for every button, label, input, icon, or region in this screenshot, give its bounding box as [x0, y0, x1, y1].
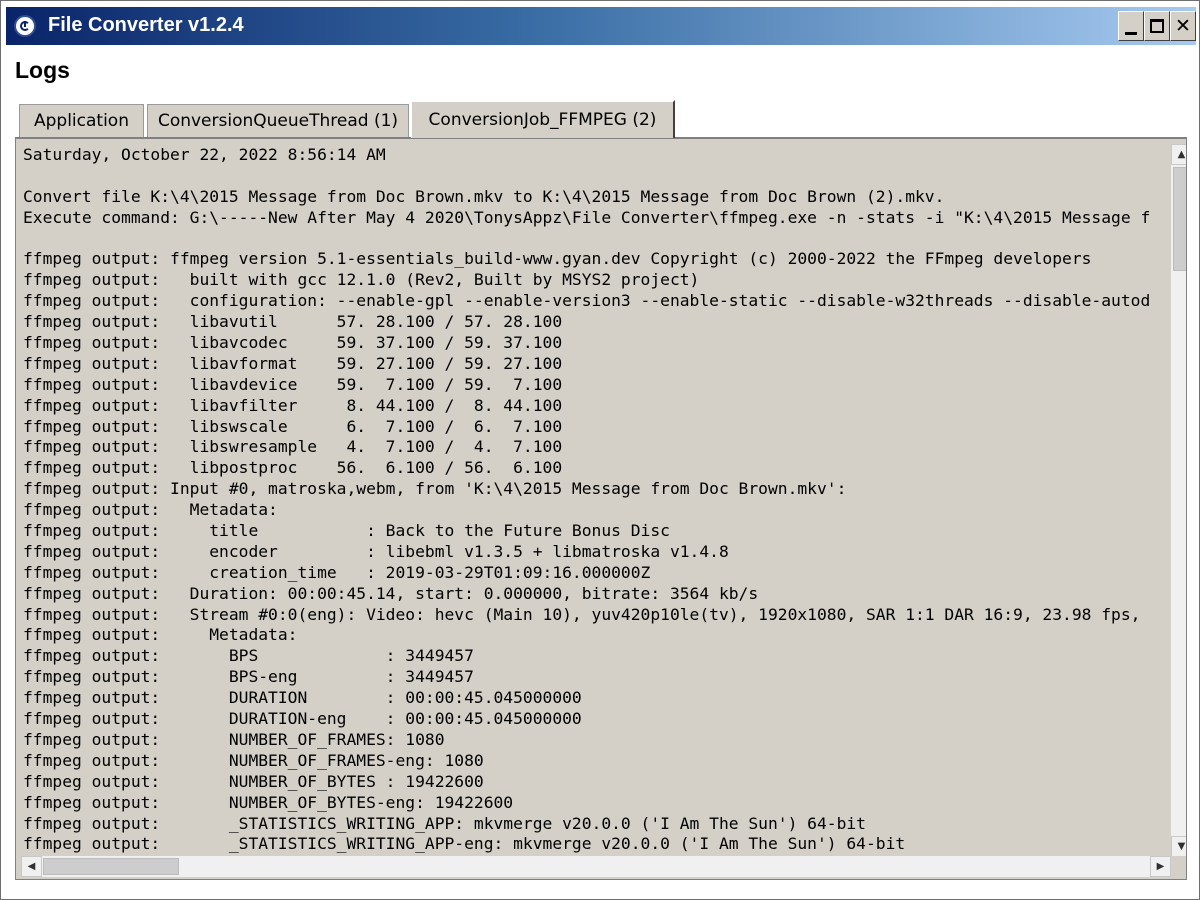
log-line: ffmpeg output: Metadata: — [23, 625, 298, 645]
log-line: ffmpeg output: libavdevice 59. 7.100 / 5… — [23, 374, 563, 394]
arrow-down-icon: ▼ — [1177, 841, 1186, 852]
log-line: ffmpeg output: Metadata: — [23, 500, 278, 520]
tab-conversion-job-ffmpeg[interactable]: ConversionJob_FFMPEG (2) — [411, 100, 675, 138]
close-button[interactable]: ✕ — [1170, 11, 1196, 41]
log-line: Saturday, October 22, 2022 8:56:14 AM — [23, 145, 386, 164]
title-bar[interactable]: File Converter v1.2.4 ✕ — [6, 7, 1196, 45]
tab-conversion-queue-thread[interactable]: ConversionQueueThread (1) — [147, 104, 409, 137]
log-panel: Saturday, October 22, 2022 8:56:14 AM Con… — [15, 138, 1187, 880]
scroll-up-button[interactable]: ▲ — [1171, 144, 1186, 165]
log-line: ffmpeg output: libswscale 6. 7.100 / 6. … — [23, 416, 563, 436]
tab-label: ConversionQueueThread (1) — [157, 111, 399, 131]
log-line: ffmpeg output: NUMBER_OF_FRAMES: 1080 — [23, 729, 445, 749]
log-line: ffmpeg output: NUMBER_OF_BYTES-eng: 1942… — [23, 792, 514, 812]
log-line: ffmpeg output: configuration: --enable-g… — [23, 291, 1151, 311]
close-icon: ✕ — [1175, 15, 1191, 37]
page-title: Logs — [15, 57, 70, 83]
app-window: File Converter v1.2.4 ✕ Logs Application… — [0, 0, 1200, 900]
scroll-left-button[interactable]: ◀ — [21, 856, 42, 877]
log-line: Convert file K:\4\2015 Message from Doc … — [23, 186, 945, 206]
maximize-button[interactable] — [1144, 11, 1170, 41]
scroll-right-button[interactable]: ▶ — [1150, 856, 1171, 877]
log-line: ffmpeg output: creation_time : 2019-03-2… — [23, 562, 651, 582]
log-line: ffmpeg output: libpostproc 56. 6.100 / 5… — [23, 458, 563, 478]
window-title: File Converter v1.2.4 — [48, 14, 244, 36]
log-line: ffmpeg output: libavcodec 59. 37.100 / 5… — [23, 333, 563, 353]
vertical-scroll-thumb[interactable] — [1173, 167, 1186, 271]
log-line: ffmpeg output: NUMBER_OF_FRAMES-eng: 108… — [23, 750, 484, 770]
log-line: ffmpeg output: libavformat 59. 27.100 / … — [23, 353, 563, 373]
app-icon — [14, 15, 36, 37]
log-line: ffmpeg output: libswresample 4. 7.100 / … — [23, 437, 563, 457]
log-text-area[interactable]: Saturday, October 22, 2022 8:56:14 AM Con… — [23, 145, 1158, 857]
log-line: ffmpeg output: Stream #0:0(eng): Video: … — [23, 604, 1141, 624]
log-line: ffmpeg output: NUMBER_OF_BYTES : 1942260… — [23, 771, 484, 791]
horizontal-scroll-thumb[interactable] — [43, 858, 179, 875]
vertical-scrollbar[interactable]: ▲ ▼ — [1171, 144, 1186, 857]
minimize-icon — [1125, 32, 1137, 35]
scroll-down-button[interactable]: ▼ — [1171, 836, 1186, 857]
log-line: ffmpeg output: DURATION-eng : 00:00:45.0… — [23, 709, 582, 729]
log-line: ffmpeg output: Duration: 00:00:45.14, st… — [23, 583, 759, 603]
arrow-right-icon: ▶ — [1156, 861, 1165, 872]
arrow-up-icon: ▲ — [1177, 149, 1186, 160]
log-line: ffmpeg output: libavfilter 8. 44.100 / 8… — [23, 395, 563, 415]
log-line: ffmpeg output: built with gcc 12.1.0 (Re… — [23, 270, 700, 290]
scrollbar-corner — [1171, 856, 1186, 877]
log-line: ffmpeg output: _STATISTICS_WRITING_APP-e… — [23, 834, 906, 854]
minimize-button[interactable] — [1118, 11, 1144, 41]
log-line: ffmpeg output: title : Back to the Futur… — [23, 521, 670, 541]
log-line: ffmpeg output: Input #0, matroska,webm, … — [23, 479, 847, 499]
log-line: ffmpeg output: BPS : 3449457 — [23, 646, 474, 666]
log-line: ffmpeg output: BPS-eng : 3449457 — [23, 667, 474, 687]
tab-label: Application — [34, 111, 129, 131]
horizontal-scrollbar[interactable]: ◀ ▶ — [21, 856, 1171, 877]
tab-label: ConversionJob_FFMPEG (2) — [428, 110, 657, 130]
tab-application[interactable]: Application — [19, 104, 144, 137]
log-line: Execute command: G:\-----New After May 4… — [23, 207, 1151, 227]
maximize-icon — [1150, 19, 1164, 33]
log-line: ffmpeg output: DURATION : 00:00:45.04500… — [23, 688, 582, 708]
log-line: ffmpeg output: libavutil 57. 28.100 / 57… — [23, 312, 563, 332]
arrow-left-icon: ◀ — [27, 861, 36, 872]
log-line: ffmpeg output: _STATISTICS_WRITING_APP: … — [23, 813, 866, 833]
log-line: ffmpeg output: ffmpeg version 5.1-essent… — [23, 249, 1092, 269]
log-line: ffmpeg output: encoder : libebml v1.3.5 … — [23, 541, 729, 561]
